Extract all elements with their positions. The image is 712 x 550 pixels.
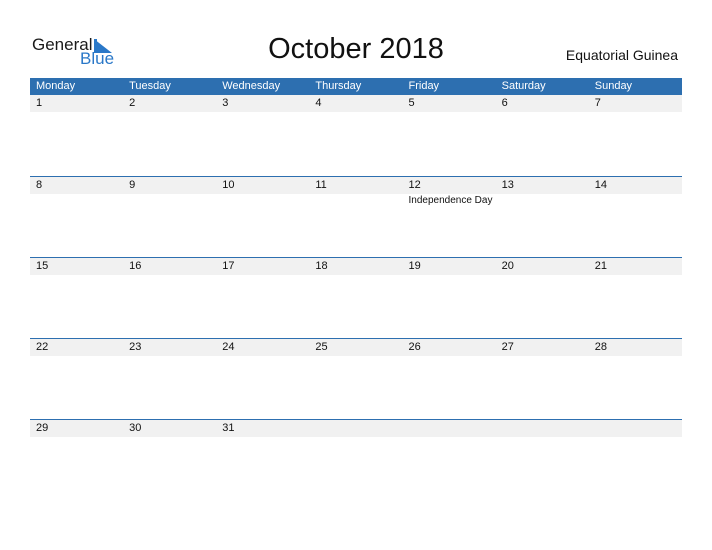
day-number: 13 xyxy=(501,179,514,191)
day-number: 9 xyxy=(129,179,136,191)
day-number: 15 xyxy=(36,260,49,272)
day-event xyxy=(309,194,402,207)
day-event xyxy=(589,194,682,207)
day-number: 27 xyxy=(501,341,514,353)
day-number: 24 xyxy=(222,341,235,353)
week-row: 22 23 24 25 26 27 28 xyxy=(30,338,682,419)
day-number: 8 xyxy=(36,179,43,191)
date-strip: 29 30 31 xyxy=(30,420,682,437)
weekday-thursday: Thursday xyxy=(315,80,362,92)
day-number xyxy=(403,420,496,437)
day-number: 16 xyxy=(129,260,142,272)
country-name: Equatorial Guinea xyxy=(565,47,678,63)
day-number: 26 xyxy=(408,341,421,353)
day-number: 29 xyxy=(36,422,49,434)
calendar-grid: Monday Tuesday Wednesday Thursday Friday… xyxy=(30,78,682,500)
day-number: 6 xyxy=(501,97,508,109)
weekday-friday: Friday xyxy=(408,80,440,92)
day-number: 18 xyxy=(315,260,328,272)
day-number: 28 xyxy=(594,341,607,353)
events-strip: Independence Day xyxy=(30,194,682,207)
date-strip: 22 23 24 25 26 27 28 xyxy=(30,339,682,356)
day-number: 17 xyxy=(222,260,235,272)
day-event xyxy=(30,194,123,207)
day-number: 22 xyxy=(36,341,49,353)
date-strip: 1 2 3 4 5 6 7 xyxy=(30,95,682,112)
day-number: 25 xyxy=(315,341,328,353)
weekday-tuesday: Tuesday xyxy=(129,80,171,92)
day-number: 20 xyxy=(501,260,514,272)
day-number: 1 xyxy=(36,97,43,109)
weekday-wednesday: Wednesday xyxy=(222,80,281,92)
day-number: 5 xyxy=(408,97,415,109)
date-strip: 15 16 17 18 19 20 21 xyxy=(30,258,682,275)
day-event: Independence Day xyxy=(408,195,493,206)
day-number xyxy=(309,420,402,437)
day-event xyxy=(496,194,589,207)
weekday-saturday: Saturday xyxy=(501,80,546,92)
day-number xyxy=(496,420,589,437)
day-event xyxy=(123,194,216,207)
day-number: 2 xyxy=(129,97,136,109)
week-row: 15 16 17 18 19 20 21 xyxy=(30,257,682,338)
day-number: 4 xyxy=(315,97,322,109)
day-number: 11 xyxy=(315,179,327,191)
day-number: 7 xyxy=(594,97,601,109)
day-number: 3 xyxy=(222,97,229,109)
week-row: 1 2 3 4 5 6 7 xyxy=(30,95,682,176)
day-number: 31 xyxy=(222,422,235,434)
date-strip: 8 9 10 11 12 13 14 xyxy=(30,177,682,194)
weekday-sunday: Sunday xyxy=(594,80,633,92)
day-number xyxy=(589,420,682,437)
day-number: 30 xyxy=(129,422,142,434)
weekday-monday: Monday xyxy=(36,80,76,92)
week-row: 29 30 31 xyxy=(30,419,682,500)
day-number: 10 xyxy=(222,179,235,191)
day-number: 21 xyxy=(594,260,607,272)
day-number: 14 xyxy=(594,179,607,191)
week-row: 8 9 10 11 12 13 14 Independence Day xyxy=(30,176,682,257)
day-number: 23 xyxy=(129,341,142,353)
weekday-header: Monday Tuesday Wednesday Thursday Friday… xyxy=(30,78,682,95)
day-number: 12 xyxy=(408,179,421,191)
day-event xyxy=(216,194,309,207)
day-number: 19 xyxy=(408,260,421,272)
